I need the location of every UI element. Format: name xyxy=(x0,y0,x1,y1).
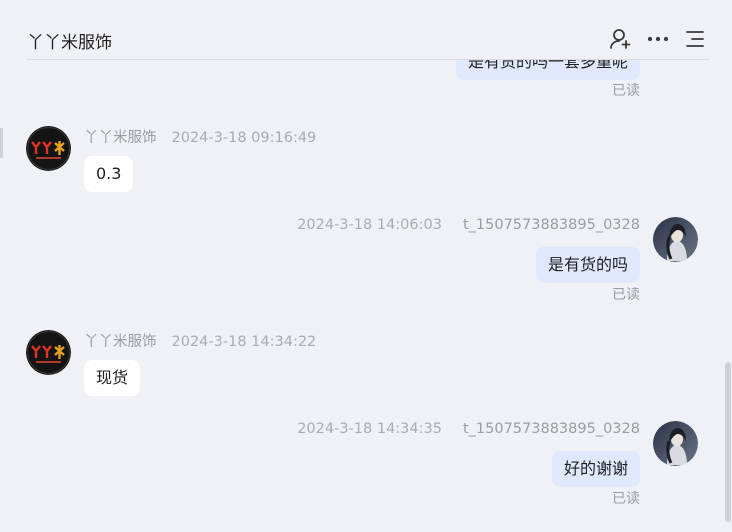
scrollbar-thumb[interactable] xyxy=(725,362,731,522)
message-meta: 2024-3-18 14:34:35 t_1507573883895_0328 xyxy=(297,421,640,437)
read-status: 已读 xyxy=(612,287,640,303)
sender-name: 丫丫米服饰 xyxy=(84,334,157,350)
avatar[interactable] xyxy=(653,217,698,262)
message-bubble[interactable]: 好的谢谢 xyxy=(551,451,640,487)
avatar[interactable] xyxy=(653,421,698,466)
message-time: 2024-3-18 14:34:35 xyxy=(297,421,442,437)
chat-header: 丫丫米服饰 xyxy=(0,0,732,60)
chat-title: 丫丫米服饰 xyxy=(27,33,112,53)
header-divider xyxy=(26,59,710,60)
message-meta: 丫丫米服饰 2024-3-18 09:16:49 xyxy=(84,126,316,147)
avatar[interactable] xyxy=(26,330,71,375)
message-list[interactable]: 是有货的吗一套多重呢 已读 丫丫米服饰 2024-3-18 09:16:49 0.… xyxy=(0,60,732,532)
message-meta: 2024-3-18 14:06:03 t_1507573883895_0328 xyxy=(297,217,640,233)
sender-name: t_1507573883895_0328 xyxy=(462,421,640,437)
message-time: 2024-3-18 14:06:03 xyxy=(297,217,442,233)
message-bubble[interactable]: 是有货的吗一套多重呢 xyxy=(455,60,640,80)
message-time: 2024-3-18 14:34:22 xyxy=(171,334,317,350)
message-time: 2024-3-18 09:16:49 xyxy=(171,130,317,146)
avatar[interactable] xyxy=(26,126,71,171)
add-user-icon[interactable] xyxy=(608,27,632,51)
left-edge-marker xyxy=(0,128,3,158)
message-bubble[interactable]: 是有货的吗 xyxy=(535,247,640,283)
sender-name: 丫丫米服饰 xyxy=(84,130,157,146)
more-icon[interactable] xyxy=(646,27,670,51)
message-bubble[interactable]: 现货 xyxy=(84,360,141,396)
menu-icon[interactable] xyxy=(683,27,707,51)
read-status: 已读 xyxy=(612,491,640,507)
read-status: 已读 xyxy=(612,83,640,99)
sender-name: t_1507573883895_0328 xyxy=(462,217,640,233)
message-bubble[interactable]: 0.3 xyxy=(84,156,134,192)
message-meta: 丫丫米服饰 2024-3-18 14:34:22 xyxy=(84,330,316,351)
